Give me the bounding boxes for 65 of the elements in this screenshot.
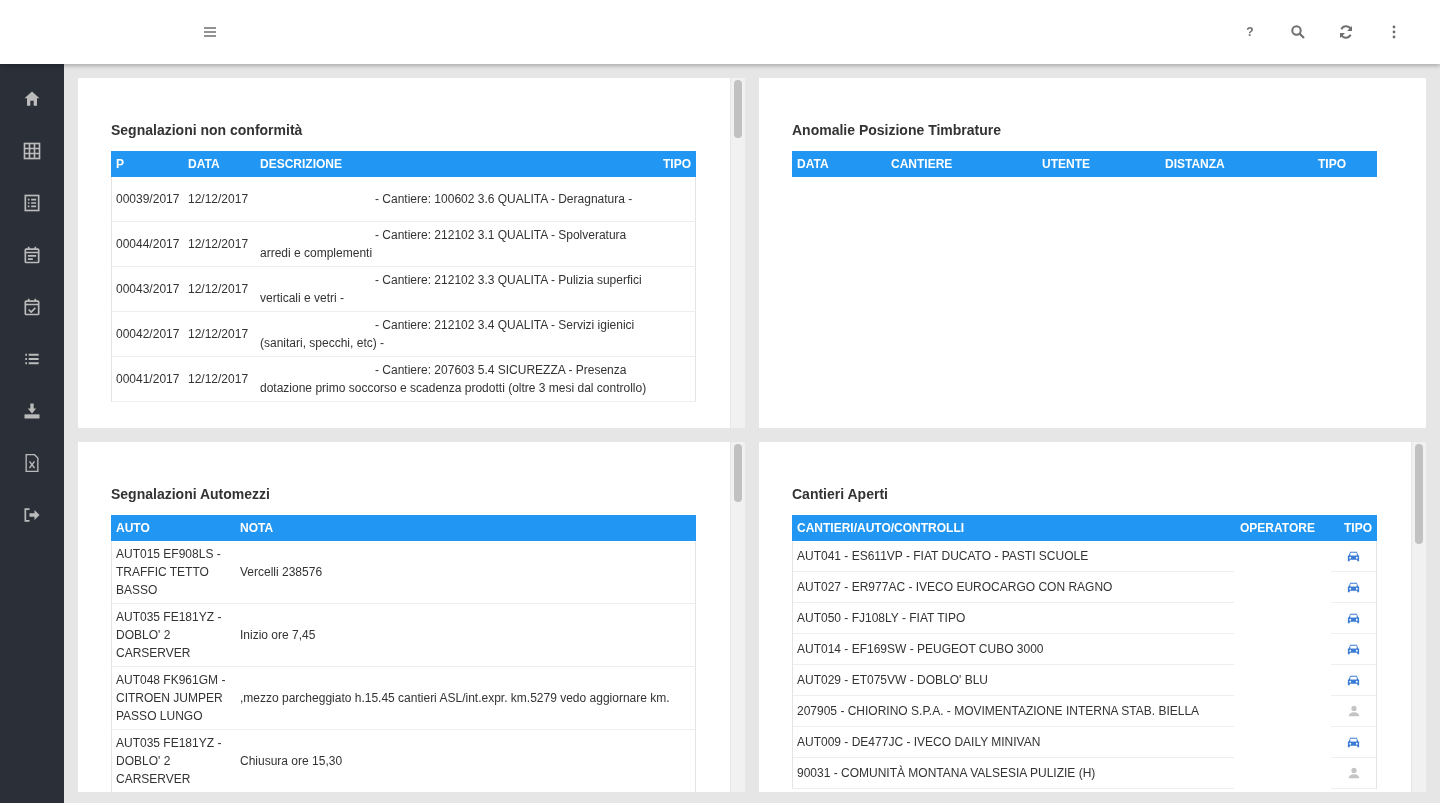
scrollbar[interactable] (1411, 442, 1426, 792)
column-header: P (115, 157, 125, 171)
table-cell-text: - Cantiere: 212102 3.1 QUALITA - Spolveratura arredi e complementi (259, 227, 628, 262)
table-cell: 90031 - COMUNITÀ MONTANA VALSESIA PULIZIE (H) (793, 758, 1234, 789)
table-cell-text: - Cantiere: 100602 3.6 QUALITA - Deragnatura - (374, 191, 634, 208)
table-cell-text: 12/12/2017 (187, 371, 250, 388)
grid-icon[interactable] (22, 141, 42, 161)
column-header: CANTIERI/AUTO/CONTROLLI (796, 521, 966, 535)
column-header: DATA (187, 157, 221, 171)
table-cell: AUT009 - DE477JC - IVECO DAILY MINIVAN (793, 727, 1234, 758)
table-cell-text: 00039/2017 (115, 191, 181, 208)
column-header: DESCRIZIONE (259, 157, 343, 171)
table-cell: AUT027 - ER977AC - IVECO EUROCARGO CON RAGNO (793, 572, 1234, 603)
table-cell-text: AUT015 EF908LS - TRAFFIC TETTO BASSO (115, 546, 222, 599)
table-cell-text: - Cantiere: 207603 5.4 SICUREZZA - Presenza dotazione primo soccorso e scadenza prodotti (oltre 3 mesi dal controllo) (259, 362, 648, 397)
help-icon[interactable]: ? (1246, 25, 1254, 39)
scrollbar[interactable] (730, 442, 745, 792)
table-cell-text: 12/12/2017 (187, 236, 250, 253)
column-header: NOTA (239, 521, 275, 535)
column-header: TIPO (1343, 521, 1373, 535)
panel-title: Segnalazioni non conformità (111, 122, 304, 138)
table-cell-text: AUT035 FE181YZ - DOBLO' 2 CARSERVER (115, 609, 223, 662)
panel-title: Cantieri Aperti (792, 486, 889, 502)
list-document-icon[interactable] (22, 193, 42, 213)
table-cell-text: 00042/2017 (115, 326, 181, 343)
table-cell-text: - Cantiere: 212102 3.4 QUALITA - Servizi igienici (sanitari, specchi, etc) - (259, 317, 636, 352)
table-cell-text: Chiusura ore 15,30 (239, 753, 344, 770)
column-header: TIPO (662, 157, 692, 171)
panel-title: Anomalie Posizione Timbrature (792, 122, 1002, 138)
table-cell: AUT050 - FJ108LY - FIAT TIPO (793, 603, 1234, 634)
download-icon[interactable] (22, 401, 42, 421)
table-cell: AUT029 - ET075VW - DOBLO' BLU (793, 665, 1234, 696)
column-header: TIPO (1317, 157, 1347, 171)
table-cell-text: 00041/2017 (115, 371, 181, 388)
column-header: AUTO (115, 521, 151, 535)
table-cell-text: 12/12/2017 (187, 281, 250, 298)
home-icon[interactable] (22, 89, 42, 109)
table-cell: AUT041 - ES611VP - FIAT DUCATO - PASTI SCUOLE (793, 541, 1234, 572)
column-header: CANTIERE (890, 157, 954, 171)
table-cell-text: 00044/2017 (115, 236, 181, 253)
table-cell-text: AUT035 FE181YZ - DOBLO' 2 CARSERVER (115, 735, 223, 788)
logout-icon[interactable] (22, 505, 42, 525)
column-header: OPERATORE (1239, 521, 1316, 535)
table-cell-text: 12/12/2017 (187, 191, 250, 208)
table-cell-text: AUT048 FK961GM - CITROEN JUMPER PASSO LUNGO (115, 672, 227, 725)
table-cell-text: Inizio ore 7,45 (239, 627, 317, 644)
table-cell-text: ,mezzo parcheggiato h.15.45 cantieri ASL/int.expr. km.5279 vedo aggiornare km. (239, 690, 671, 707)
person-icon (1346, 766, 1361, 780)
table-cell: 207905 - CHIORINO S.P.A. - MOVIMENTAZIONE INTERNA STAB. BIELLA (793, 696, 1234, 727)
table-cell-text: 12/12/2017 (187, 326, 250, 343)
table-cell: AUT014 - EF169SW - PEUGEOT CUBO 3000 (793, 634, 1234, 665)
table-cell-text: - Cantiere: 212102 3.3 QUALITA - Pulizia superfici verticali e vetri - (259, 272, 643, 307)
table-cell-text: 00043/2017 (115, 281, 181, 298)
column-header: DISTANZA (1164, 157, 1226, 171)
panel-title: Segnalazioni Automezzi (111, 486, 271, 502)
scrollbar-thumb[interactable] (734, 444, 742, 502)
table-cell-text: Vercelli 238576 (239, 564, 324, 581)
column-header: DATA (796, 157, 830, 171)
person-icon (1346, 704, 1361, 718)
scrollbar-thumb[interactable] (1415, 444, 1423, 544)
scrollbar-thumb[interactable] (734, 80, 742, 138)
calendar-icon[interactable] (22, 245, 42, 265)
column-header: UTENTE (1041, 157, 1091, 171)
calendar-check-icon[interactable] (22, 297, 42, 317)
scrollbar[interactable] (730, 78, 745, 428)
